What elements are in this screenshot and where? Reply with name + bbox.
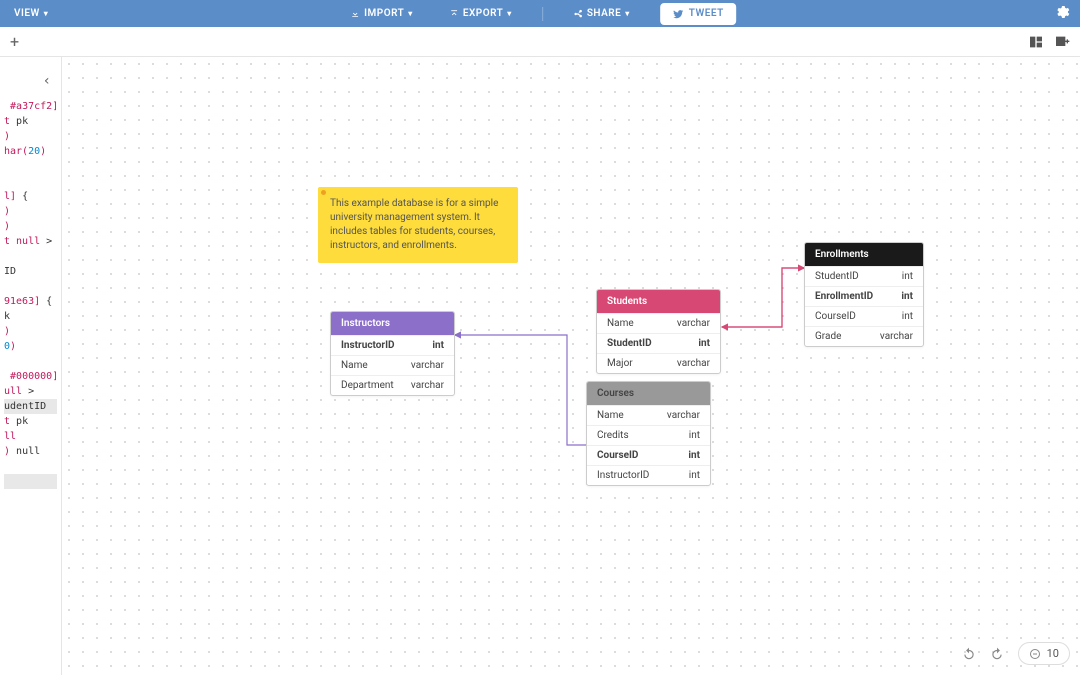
- settings-button[interactable]: [1054, 4, 1070, 23]
- code-line: t pk: [4, 114, 57, 129]
- add-panel-icon[interactable]: [1054, 34, 1070, 50]
- code-line: 91e63] {: [4, 294, 57, 309]
- share-menu[interactable]: SHARE ▾: [567, 4, 636, 23]
- code-line: ): [4, 204, 57, 219]
- code-line: k: [4, 309, 57, 324]
- table-row: Namevarchar: [587, 405, 710, 425]
- table-students[interactable]: Students Namevarchar StudentIDint Majorv…: [596, 289, 721, 374]
- main-area: ‹ #a37cf2] { t pk ) har(20) l] { ) ) t n…: [0, 57, 1080, 675]
- zoom-control[interactable]: 10: [1018, 642, 1070, 665]
- code-line: ) null: [4, 444, 57, 459]
- code-line: ull >: [4, 384, 57, 399]
- code-sidebar: ‹ #a37cf2] { t pk ) har(20) l] { ) ) t n…: [0, 57, 62, 675]
- sub-toolbar: +: [0, 27, 1080, 57]
- code-line: #000000] {: [4, 369, 57, 384]
- add-button[interactable]: +: [10, 32, 19, 51]
- top-toolbar: VIEW ▾ IMPORT ▾ EXPORT ▾ SHARE ▾ TWEET: [0, 0, 1080, 27]
- tweet-label: TWEET: [689, 8, 724, 19]
- table-row: StudentIDint: [805, 266, 923, 286]
- gear-icon: [1054, 4, 1070, 20]
- redo-icon[interactable]: [990, 647, 1004, 661]
- chevron-down-icon: ▾: [44, 9, 49, 18]
- zoom-out-icon[interactable]: [1029, 648, 1041, 660]
- export-label: EXPORT: [463, 8, 503, 19]
- table-header: Instructors: [331, 312, 454, 335]
- table-row: InstructorIDint: [331, 335, 454, 355]
- table-row: Namevarchar: [331, 355, 454, 375]
- code-line: 0): [4, 339, 57, 354]
- sticky-note[interactable]: This example database is for a simple un…: [318, 187, 518, 263]
- import-icon: [350, 9, 360, 19]
- code-line-highlighted: udentID: [4, 399, 57, 414]
- zoom-value: 10: [1047, 647, 1059, 660]
- table-courses[interactable]: Courses Namevarchar Creditsint CourseIDi…: [586, 381, 711, 486]
- code-line: har(20): [4, 144, 57, 159]
- table-row: EnrollmentIDint: [805, 286, 923, 306]
- divider: [542, 7, 543, 21]
- code-line: ): [4, 219, 57, 234]
- table-row: Gradevarchar: [805, 326, 923, 346]
- table-row: Departmentvarchar: [331, 375, 454, 395]
- tweet-button[interactable]: TWEET: [660, 3, 736, 25]
- code-line: ID: [4, 264, 57, 279]
- bottom-controls: 10: [962, 642, 1070, 665]
- table-row: CourseIDint: [805, 306, 923, 326]
- code-line: t null >: [4, 234, 57, 249]
- table-enrollments[interactable]: Enrollments StudentIDint EnrollmentIDint…: [804, 242, 924, 347]
- code-line: ): [4, 129, 57, 144]
- import-menu[interactable]: IMPORT ▾: [344, 4, 419, 23]
- code-line-highlighted: [4, 474, 57, 489]
- undo-icon[interactable]: [962, 647, 976, 661]
- chevron-down-icon: ▾: [625, 9, 630, 18]
- view-label: VIEW: [14, 8, 40, 19]
- panel-icon[interactable]: [1028, 34, 1044, 50]
- export-menu[interactable]: EXPORT ▾: [443, 4, 518, 23]
- note-dot-icon: [321, 190, 326, 195]
- chevron-down-icon: ▾: [507, 9, 512, 18]
- table-header: Students: [597, 290, 720, 313]
- table-header: Enrollments: [805, 243, 923, 266]
- code-line: ): [4, 324, 57, 339]
- table-row: InstructorIDint: [587, 465, 710, 485]
- code-line: #a37cf2] {: [4, 99, 57, 114]
- diagram-canvas[interactable]: This example database is for a simple un…: [62, 57, 1080, 675]
- table-row: StudentIDint: [597, 333, 720, 353]
- export-icon: [449, 9, 459, 19]
- import-label: IMPORT: [364, 8, 404, 19]
- table-row: Majorvarchar: [597, 353, 720, 373]
- table-row: Creditsint: [587, 425, 710, 445]
- table-header: Courses: [587, 382, 710, 405]
- table-row: Namevarchar: [597, 313, 720, 333]
- share-label: SHARE: [587, 8, 621, 19]
- code-line: t pk: [4, 414, 57, 429]
- view-menu[interactable]: VIEW ▾: [8, 4, 54, 23]
- note-text: This example database is for a simple un…: [330, 198, 498, 251]
- connector-lines: [62, 57, 1080, 675]
- collapse-sidebar-button[interactable]: ‹: [43, 73, 51, 89]
- code-line: ll: [4, 429, 57, 444]
- twitter-icon: [672, 8, 684, 20]
- chevron-down-icon: ▾: [408, 9, 413, 18]
- table-instructors[interactable]: Instructors InstructorIDint Namevarchar …: [330, 311, 455, 396]
- code-line: l] {: [4, 189, 57, 204]
- table-row: CourseIDint: [587, 445, 710, 465]
- share-icon: [573, 9, 583, 19]
